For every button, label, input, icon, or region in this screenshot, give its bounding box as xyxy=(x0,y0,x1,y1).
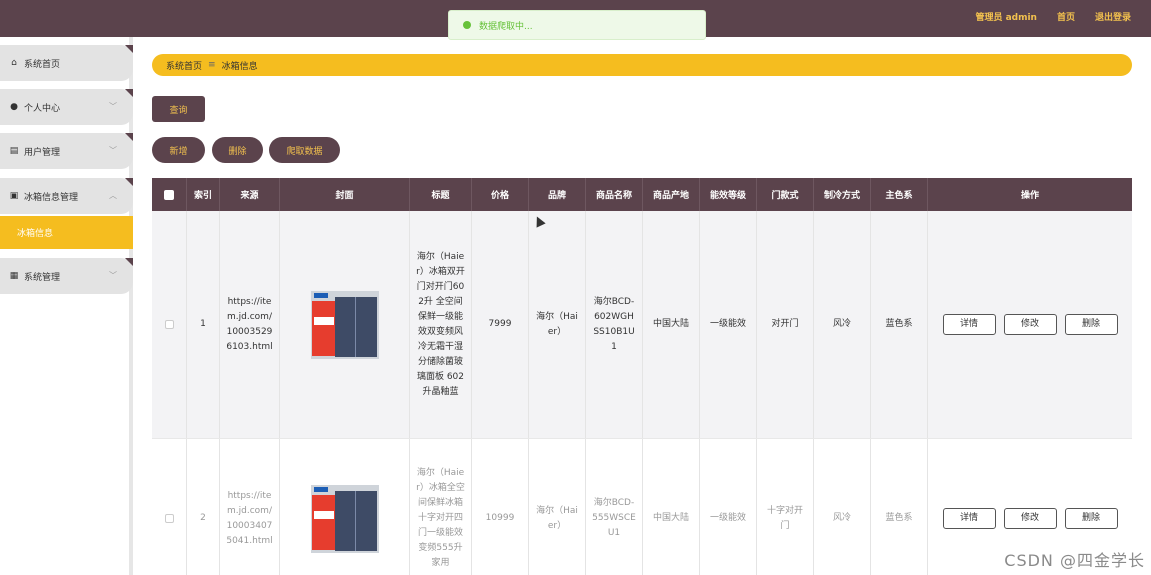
search-button[interactable]: 查询 xyxy=(152,96,205,122)
header-cooling: 制冷方式 xyxy=(814,178,871,211)
header-product-name: 商品名称 xyxy=(586,178,643,211)
header-price: 价格 xyxy=(472,178,529,211)
crawl-toast: 数据爬取中... xyxy=(448,10,706,40)
grid-icon: ▦ xyxy=(9,271,19,281)
sidebar-item-label: 系统首页 xyxy=(24,59,61,70)
header-energy: 能效等级 xyxy=(700,178,757,211)
fridge-cover-image xyxy=(310,290,379,359)
cell-cover xyxy=(280,211,410,438)
user-icon: ● xyxy=(10,102,18,112)
cell-brand: 海尔（Haier） xyxy=(529,211,586,438)
briefcase-icon: ▣ xyxy=(9,191,19,201)
cell-brand: 海尔（Haier） xyxy=(529,439,586,575)
header-index: 索引 xyxy=(187,178,220,211)
cell-cover xyxy=(280,439,410,575)
watermark: CSDN @四金学长 xyxy=(1004,551,1145,570)
header-color: 主色系 xyxy=(871,178,928,211)
sidebar: ⌂ 系统首页 ● 个人中心 ﹀ ▤ 用户管理 ﹀ ▣ 冰箱信息管理 ︿ 冰箱信息… xyxy=(0,37,133,575)
detail-button[interactable]: 详情 xyxy=(942,314,996,335)
sidebar-item-label: 系统管理 xyxy=(24,272,61,283)
cell-origin: 中国大陆 xyxy=(643,211,700,438)
cell-energy: 一级能效 xyxy=(700,439,757,575)
delete-button[interactable]: 删除 xyxy=(1064,508,1118,529)
cell-title: 海尔（Haier）冰箱双开门对开门602升 全空间保鲜一级能效双变频风冷无霜干湿… xyxy=(410,211,472,438)
chevron-down-icon: ﹀ xyxy=(109,271,117,280)
sidebar-item-home[interactable]: ⌂ 系统首页 xyxy=(0,45,133,81)
sidebar-item-label: 个人中心 xyxy=(24,103,61,114)
cell-color: 蓝色系 xyxy=(871,211,928,438)
row-checkbox[interactable] xyxy=(152,211,187,438)
cell-index: 1 xyxy=(187,211,220,438)
cell-product-name: 海尔BCD-555WSCEU1 xyxy=(586,439,643,575)
batch-delete-button[interactable]: 删除 xyxy=(212,137,263,163)
cell-index: 2 xyxy=(187,439,220,575)
cell-product-name: 海尔BCD-602WGHSS10B1U1 xyxy=(586,211,643,438)
edit-button[interactable]: 修改 xyxy=(1003,314,1057,335)
breadcrumb-home[interactable]: 系统首页 xyxy=(166,59,202,72)
edit-button[interactable]: 修改 xyxy=(1003,508,1057,529)
cell-source: https://item.jd.com/100034075041.html xyxy=(220,439,280,575)
success-icon xyxy=(463,21,471,29)
sidebar-item-label: 用户管理 xyxy=(24,147,61,158)
toast-text: 数据爬取中... xyxy=(479,21,533,32)
delete-button[interactable]: 删除 xyxy=(1064,314,1118,335)
corner-decoration xyxy=(125,89,133,97)
header-origin: 商品产地 xyxy=(643,178,700,211)
chevron-down-icon: ﹀ xyxy=(109,146,117,155)
sidebar-item-fridge-management[interactable]: ▣ 冰箱信息管理 ︿ xyxy=(0,178,133,214)
cell-actions: 详情 修改 删除 xyxy=(928,211,1132,438)
home-link[interactable]: 首页 xyxy=(1057,10,1075,23)
cell-door: 对开门 xyxy=(757,211,814,438)
add-button[interactable]: 新增 xyxy=(152,137,205,163)
crawl-data-button[interactable]: 爬取数据 xyxy=(269,137,340,163)
sidebar-item-profile[interactable]: ● 个人中心 ﹀ xyxy=(0,89,133,125)
chevron-up-icon: ︿ xyxy=(109,191,117,200)
cell-price: 7999 xyxy=(472,211,529,438)
cell-energy: 一级能效 xyxy=(700,211,757,438)
sidebar-subitem-fridge-info[interactable]: 冰箱信息 xyxy=(0,216,133,249)
sidebar-item-users[interactable]: ▤ 用户管理 ﹀ xyxy=(0,133,133,169)
header-source: 来源 xyxy=(220,178,280,211)
breadcrumb-separator-icon: ≡ xyxy=(208,60,216,70)
corner-decoration xyxy=(125,178,133,186)
top-links: 管理员 admin 首页 退出登录 xyxy=(975,0,1151,33)
header-cover: 封面 xyxy=(280,178,410,211)
breadcrumb: 系统首页 ≡ 冰箱信息 xyxy=(152,54,1132,76)
cell-origin: 中国大陆 xyxy=(643,439,700,575)
corner-decoration xyxy=(125,133,133,141)
cell-cooling: 风冷 xyxy=(814,211,871,438)
header-title: 标题 xyxy=(410,178,472,211)
cell-title: 海尔（Haier）冰箱全空间保鲜冰箱十字对开四门一级能效变频555升家用 xyxy=(410,439,472,575)
cell-door: 十字对开门 xyxy=(757,439,814,575)
current-user-label: 管理员 admin xyxy=(975,13,1037,23)
cell-color: 蓝色系 xyxy=(871,439,928,575)
home-icon: ⌂ xyxy=(11,58,17,68)
document-icon: ▤ xyxy=(9,146,19,156)
table-row: 1 https://item.jd.com/100035296103.html … xyxy=(152,211,1132,439)
cell-source: https://item.jd.com/100035296103.html xyxy=(220,211,280,438)
table-row: 2 https://item.jd.com/100034075041.html … xyxy=(152,439,1132,575)
cell-price: 10999 xyxy=(472,439,529,575)
fridge-cover-image xyxy=(310,484,379,553)
select-all-checkbox[interactable] xyxy=(152,178,187,211)
corner-decoration xyxy=(125,45,133,53)
breadcrumb-current: 冰箱信息 xyxy=(221,61,258,72)
header-actions: 操作 xyxy=(1020,191,1039,201)
cell-cooling: 风冷 xyxy=(814,439,871,575)
chevron-down-icon: ﹀ xyxy=(109,102,117,111)
sidebar-item-label: 冰箱信息管理 xyxy=(24,192,79,203)
row-checkbox[interactable] xyxy=(152,439,187,575)
sidebar-item-system[interactable]: ▦ 系统管理 ﹀ xyxy=(0,258,133,294)
detail-button[interactable]: 详情 xyxy=(942,508,996,529)
logout-link[interactable]: 退出登录 xyxy=(1095,10,1131,23)
table-header: 索引 来源 封面 标题 价格 品牌 商品名称 商品产地 能效等级 门款式 制冷方… xyxy=(152,178,1132,211)
header-brand: 品牌 xyxy=(529,178,586,211)
corner-decoration xyxy=(125,258,133,266)
header-door: 门款式 xyxy=(757,178,814,211)
